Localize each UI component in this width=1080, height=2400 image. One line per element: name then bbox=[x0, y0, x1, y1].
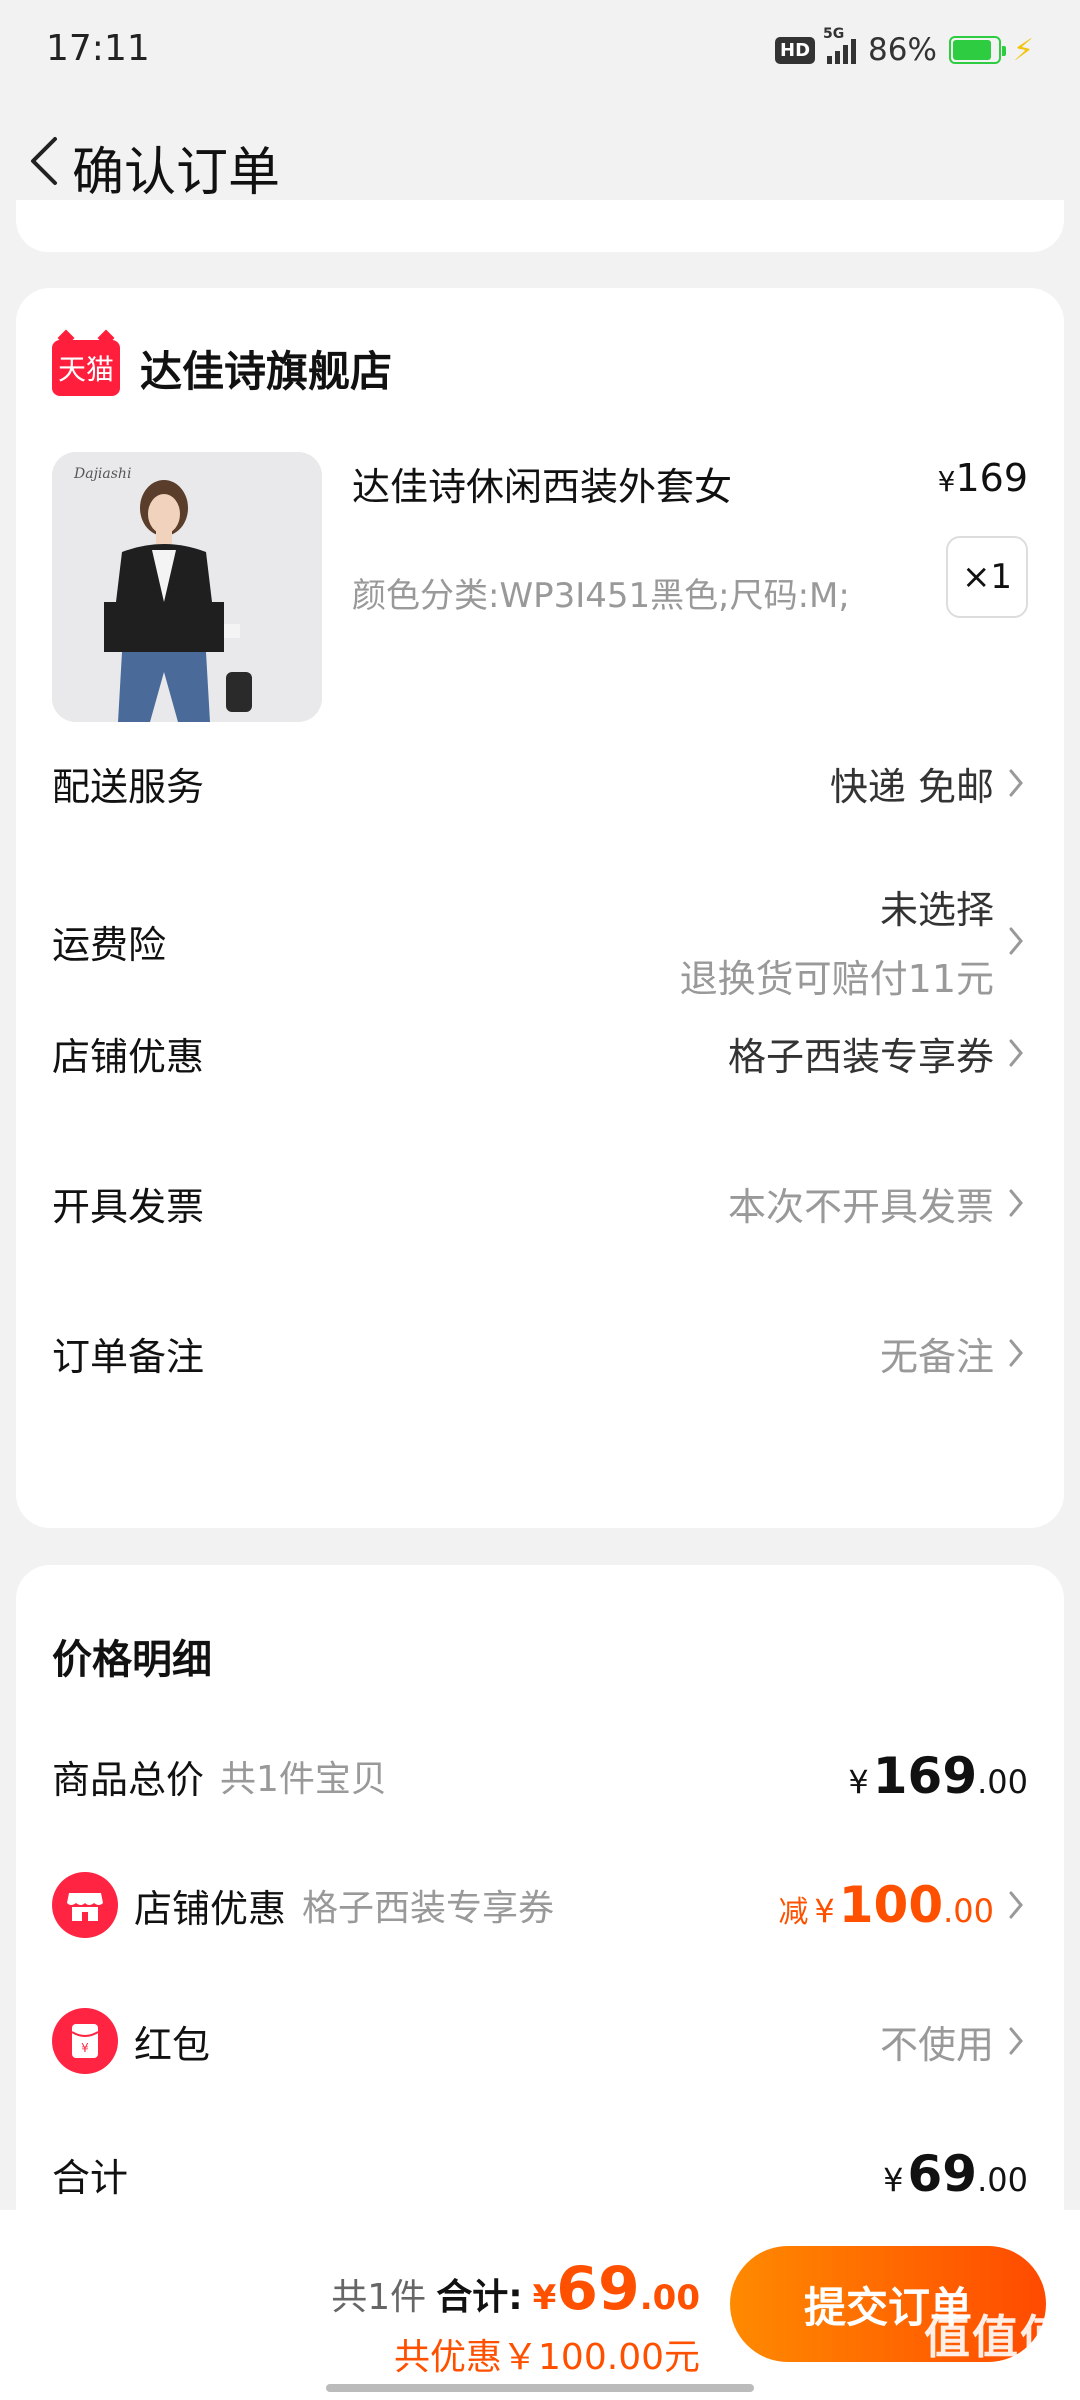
battery-level bbox=[952, 40, 991, 60]
option-value: 格子西装专享券 bbox=[727, 1034, 994, 1079]
charging-icon: ⚡ bbox=[1012, 32, 1034, 68]
status-time: 17:11 bbox=[46, 28, 150, 69]
shipping-insurance-row[interactable]: 运费险 未选择 退换货可赔付11元 bbox=[52, 886, 1028, 1001]
option-value: 无备注 bbox=[879, 1334, 994, 1379]
page-title: 确认订单 bbox=[72, 143, 281, 203]
address-card-edge bbox=[16, 200, 1064, 252]
total-line: 共1件 合计: ¥69.00 bbox=[331, 2254, 700, 2324]
total-label: 合计: bbox=[436, 2277, 523, 2318]
chevron-right-icon bbox=[1008, 1888, 1028, 1922]
red-packet-value: 不使用 bbox=[879, 2022, 994, 2067]
svg-text:¥: ¥ bbox=[81, 2041, 89, 2055]
price-detail-title: 价格明细 bbox=[52, 1637, 212, 1683]
row-subtext: 格子西装专享券 bbox=[302, 1888, 555, 1929]
option-label: 运费险 bbox=[52, 922, 167, 967]
svg-text:Dajiashi: Dajiashi bbox=[73, 466, 131, 482]
option-label: 开具发票 bbox=[52, 1184, 205, 1229]
tmall-logo: 天猫 bbox=[52, 340, 120, 396]
option-label: 订单备注 bbox=[52, 1334, 205, 1379]
network-type: 5G bbox=[823, 26, 845, 42]
order-card: 天猫 达佳诗旗舰店 Dajiashi 达佳诗休闲西装外套女 ¥169 颜色分类:… bbox=[16, 288, 1064, 1528]
battery-percent: 86% bbox=[868, 32, 937, 68]
chevron-right-icon bbox=[1008, 1186, 1028, 1220]
quantity-stepper[interactable]: ×1 bbox=[946, 536, 1028, 618]
status-indicators: HD 5G 86% ⚡ bbox=[775, 26, 1034, 70]
hd-badge: HD bbox=[775, 36, 816, 64]
chevron-right-icon bbox=[1008, 1036, 1028, 1070]
red-packet-icon: ¥ bbox=[52, 2008, 118, 2074]
shop-row[interactable]: 天猫 达佳诗旗舰店 bbox=[52, 338, 392, 398]
invoice-row[interactable]: 开具发票 本次不开具发票 bbox=[52, 1168, 1028, 1238]
option-value: 本次不开具发票 bbox=[727, 1184, 994, 1229]
product-photo: Dajiashi bbox=[52, 452, 322, 722]
goods-total-amount: ¥169.00 bbox=[848, 1747, 1028, 1805]
goods-total-row: 商品总价 共1件宝贝 ¥169.00 bbox=[52, 1741, 1028, 1811]
product-price: ¥169 bbox=[937, 456, 1028, 500]
chevron-right-icon bbox=[1008, 766, 1028, 800]
row-label: 红包 bbox=[134, 2022, 211, 2067]
row-subtext: 共1件宝贝 bbox=[220, 1759, 387, 1800]
option-label: 店铺优惠 bbox=[52, 1034, 205, 1079]
row-label: 商品总价 bbox=[52, 1757, 205, 1802]
total-savings: 共优惠￥100.00元 bbox=[394, 2337, 700, 2378]
status-bar: 17:11 HD 5G 86% ⚡ bbox=[0, 0, 1080, 100]
checkout-bar: 共1件 合计: ¥69.00 共优惠￥100.00元 提交订单 值值值 zhiz… bbox=[0, 2210, 1080, 2400]
option-label: 配送服务 bbox=[52, 764, 205, 809]
row-label: 店铺优惠 bbox=[134, 1886, 287, 1931]
watermark: 值值值 zhizhizhi.com bbox=[924, 2310, 1068, 2388]
store-icon bbox=[52, 1872, 118, 1938]
chevron-right-icon bbox=[1008, 2024, 1028, 2058]
option-value: 快递 免邮 bbox=[829, 764, 994, 809]
product-sku[interactable]: 颜色分类:WP3I451黑色;尺码:M; bbox=[352, 568, 850, 617]
chevron-right-icon bbox=[1008, 1336, 1028, 1370]
price-detail-card: 价格明细 商品总价 共1件宝贝 ¥169.00 店铺优惠 格子西装专享券 减 ¥1… bbox=[16, 1565, 1064, 2265]
red-packet-row[interactable]: ¥ 红包 不使用 bbox=[52, 2001, 1028, 2081]
battery-icon bbox=[948, 36, 1006, 64]
subtotal-row: 合计 ¥69.00 bbox=[52, 2139, 1028, 2209]
back-button[interactable] bbox=[14, 126, 74, 196]
shop-name: 达佳诗旗舰店 bbox=[140, 346, 393, 396]
product-image[interactable]: Dajiashi bbox=[52, 452, 322, 722]
chevron-left-icon bbox=[31, 137, 57, 185]
signal-icon: 5G bbox=[823, 26, 857, 64]
shop-discount-price-row[interactable]: 店铺优惠 格子西装专享券 减 ¥100.00 bbox=[52, 1865, 1028, 1945]
shop-discount-row[interactable]: 店铺优惠 格子西装专享券 bbox=[52, 1018, 1028, 1088]
shop-discount-amount: 减 ¥100.00 bbox=[778, 1876, 994, 1934]
total-amount: ¥69.00 bbox=[532, 2254, 700, 2324]
order-note-row[interactable]: 订单备注 无备注 bbox=[52, 1318, 1028, 1388]
product-title[interactable]: 达佳诗休闲西装外套女 bbox=[352, 456, 732, 511]
chevron-right-icon bbox=[1008, 924, 1028, 958]
option-value: 未选择 bbox=[879, 888, 994, 932]
item-count: 共1件 bbox=[331, 2277, 427, 2318]
row-label: 合计 bbox=[52, 2155, 129, 2200]
option-subtext: 退换货可赔付11元 bbox=[679, 957, 994, 1001]
subtotal-amount: ¥69.00 bbox=[883, 2145, 1028, 2203]
delivery-service-row[interactable]: 配送服务 快递 免邮 bbox=[52, 748, 1028, 818]
home-indicator[interactable] bbox=[326, 2384, 754, 2392]
